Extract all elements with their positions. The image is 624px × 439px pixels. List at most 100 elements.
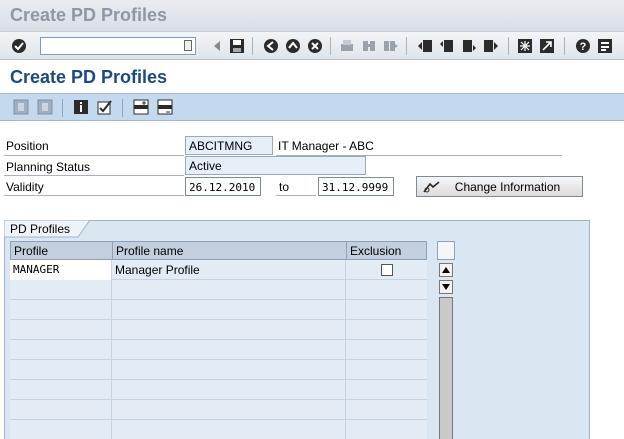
layout-menu-icon[interactable] [596, 37, 614, 55]
table-row [10, 320, 427, 340]
label-underline [4, 155, 184, 156]
cell-exclusion [346, 280, 426, 300]
find-next-icon[interactable] [382, 37, 400, 55]
scroll-track[interactable] [439, 297, 453, 439]
back-arrow-icon[interactable] [208, 37, 226, 55]
cell-profile[interactable] [10, 340, 112, 360]
window-title: Create PD Profiles [10, 5, 168, 25]
delete-row-icon[interactable] [156, 98, 174, 116]
validity-to-label: to [279, 180, 290, 194]
position-label: Position [6, 139, 49, 153]
column-header-profile[interactable]: Profile [11, 242, 113, 260]
table-row [10, 360, 427, 380]
planning-status-field: Active [185, 156, 366, 175]
find-icon[interactable] [360, 37, 378, 55]
change-information-label: Change Information [454, 180, 561, 194]
cell-exclusion [346, 400, 426, 420]
scroll-up-button[interactable] [439, 263, 453, 277]
label-underline [4, 175, 184, 176]
table-row [10, 300, 427, 320]
exit-icon[interactable] [284, 37, 302, 55]
cell-profile-name [112, 280, 346, 300]
separator [252, 37, 253, 55]
separator [508, 37, 509, 55]
validity-to-field[interactable]: 31.12.9999 [318, 177, 394, 196]
separator [122, 99, 123, 117]
validity-from-field[interactable]: 26.12.2010 [185, 177, 261, 196]
exclusion-checkbox[interactable] [381, 264, 393, 276]
cell-exclusion [346, 260, 426, 280]
screen-title-bar: Create PD Profiles [0, 60, 624, 93]
separator [564, 37, 565, 55]
delete-icon[interactable] [36, 98, 54, 116]
separator [406, 37, 407, 55]
change-information-button[interactable]: Change Information [416, 176, 583, 197]
cell-exclusion [346, 420, 426, 439]
pd-profiles-title: PD Profiles [10, 222, 71, 236]
separator [330, 37, 331, 55]
cell-profile[interactable] [10, 380, 112, 400]
enter-icon[interactable] [10, 37, 28, 55]
table-row: MANAGER Manager Profile [10, 260, 427, 280]
cell-profile[interactable] [10, 420, 112, 439]
cell-exclusion [346, 320, 426, 340]
print-icon[interactable] [338, 37, 356, 55]
help-icon[interactable]: ? [574, 37, 592, 55]
position-text: IT Manager - ABC [278, 139, 374, 153]
cell-profile-name [112, 360, 346, 380]
pd-profiles-tab: PD Profiles [4, 220, 91, 238]
cell-exclusion [346, 300, 426, 320]
save-icon[interactable] [228, 37, 246, 55]
back-icon[interactable] [262, 37, 280, 55]
table-vertical-scrollbar[interactable] [437, 241, 455, 439]
cancel-icon[interactable] [306, 37, 324, 55]
command-field[interactable] [40, 37, 196, 55]
svg-text:?: ? [580, 41, 587, 53]
table-row [10, 420, 427, 439]
last-page-icon[interactable] [482, 37, 500, 55]
copy-icon[interactable] [12, 98, 30, 116]
command-field-dropdown[interactable] [184, 40, 192, 51]
scroll-down-button[interactable] [439, 280, 453, 294]
cell-profile[interactable] [10, 320, 112, 340]
label-underline [276, 195, 316, 196]
table-row [10, 400, 427, 420]
cell-exclusion [346, 380, 426, 400]
cell-exclusion [346, 340, 426, 360]
window-title-bar: Create PD Profiles [0, 0, 624, 32]
cell-profile[interactable]: MANAGER [10, 260, 112, 280]
cell-exclusion [346, 360, 426, 380]
information-icon[interactable] [72, 98, 90, 116]
cell-profile-name [112, 400, 346, 420]
check-icon[interactable] [96, 98, 114, 116]
cell-profile-name [112, 300, 346, 320]
column-header-exclusion[interactable]: Exclusion [347, 242, 427, 260]
planning-status-label: Planning Status [6, 160, 91, 174]
cell-profile[interactable] [10, 400, 112, 420]
change-information-icon [423, 180, 441, 197]
cell-profile[interactable] [10, 280, 112, 300]
cell-profile[interactable] [10, 300, 112, 320]
table-header: Profile Profile name Exclusion [10, 241, 427, 260]
system-toolbar: ? [0, 32, 624, 60]
label-underline [4, 195, 184, 196]
table-row [10, 380, 427, 400]
column-header-profile-name[interactable]: Profile name [113, 242, 347, 260]
first-page-icon[interactable] [416, 37, 434, 55]
cell-profile-name [112, 380, 346, 400]
shortcut-icon[interactable] [538, 37, 556, 55]
table-row [10, 280, 427, 300]
cell-profile-name [112, 320, 346, 340]
new-session-icon[interactable] [516, 37, 534, 55]
next-page-icon[interactable] [460, 37, 478, 55]
cell-profile[interactable] [10, 360, 112, 380]
position-code-field: ABCITMNG [185, 136, 273, 155]
previous-page-icon[interactable] [438, 37, 456, 55]
table-settings-corner[interactable] [437, 241, 455, 260]
validity-label: Validity [6, 180, 44, 194]
application-toolbar [0, 93, 624, 121]
table-row [10, 340, 427, 360]
insert-row-icon[interactable] [132, 98, 150, 116]
cell-profile-name [112, 340, 346, 360]
cell-profile-name: Manager Profile [112, 260, 346, 280]
